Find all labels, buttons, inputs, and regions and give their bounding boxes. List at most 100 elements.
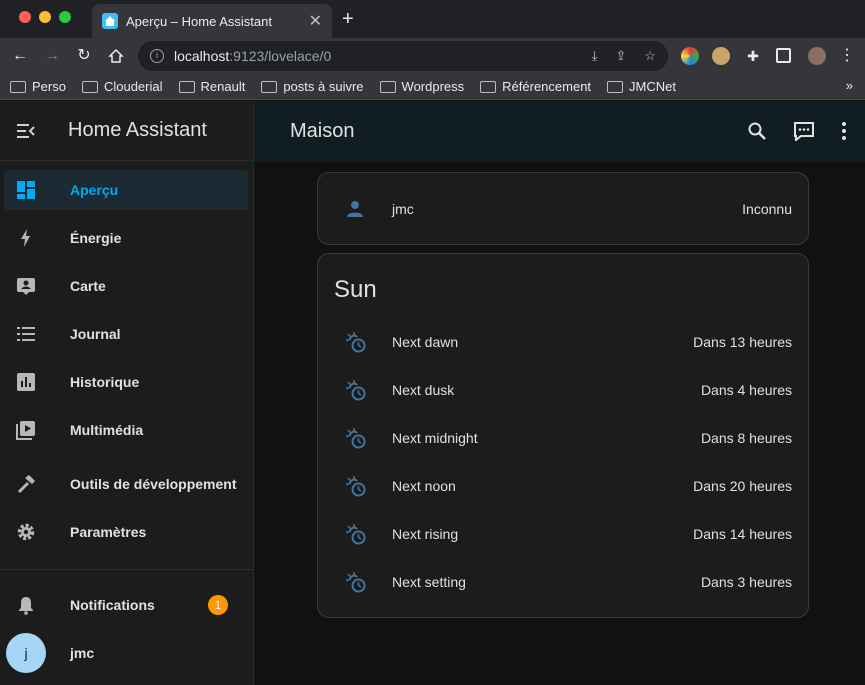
site-info-icon[interactable]: i bbox=[150, 49, 164, 63]
bookmark-folder[interactable]: Perso bbox=[10, 79, 66, 94]
share-icon[interactable]: ⇪ bbox=[615, 48, 626, 64]
search-icon[interactable] bbox=[747, 121, 767, 141]
assist-chat-icon[interactable] bbox=[793, 121, 815, 141]
menu-toggle-icon[interactable] bbox=[0, 123, 52, 139]
sidebar-item-label: Journal bbox=[70, 326, 121, 342]
sidebar-item-outils-de-developpement[interactable]: Outils de développement bbox=[4, 464, 248, 504]
chart-box-icon bbox=[4, 372, 48, 392]
close-tab-icon[interactable]: ✕ bbox=[309, 11, 322, 31]
entity-state: Dans 3 heures bbox=[700, 574, 792, 590]
folder-icon bbox=[10, 80, 26, 93]
entity-row[interactable]: Next noon Dans 20 heures bbox=[318, 466, 808, 506]
entity-row[interactable]: Next dawn Dans 13 heures bbox=[318, 322, 808, 362]
entity-name: Next midnight bbox=[392, 430, 478, 446]
bookmark-folder[interactable]: Renault bbox=[178, 79, 245, 94]
dashboard-view: jmc Inconnu Sun Next dawn Dans 13 heures… bbox=[254, 162, 865, 685]
bookmark-star-icon[interactable]: ☆ bbox=[644, 48, 656, 64]
entity-row[interactable]: Next rising Dans 14 heures bbox=[318, 514, 808, 554]
folder-icon bbox=[81, 80, 98, 93]
hammer-icon bbox=[4, 474, 48, 494]
minimize-window-button[interactable] bbox=[39, 11, 51, 23]
sidebar-item-label: jmc bbox=[70, 645, 95, 661]
cog-icon bbox=[4, 522, 48, 542]
sidebar-item-journal[interactable]: Journal bbox=[4, 314, 248, 354]
entity-name: Next rising bbox=[392, 526, 459, 542]
folder-icon bbox=[480, 80, 497, 93]
bookmark-folder[interactable]: posts à suivre bbox=[261, 79, 364, 94]
bookmark-folder[interactable]: Clouderial bbox=[81, 79, 163, 94]
forward-arrow-icon[interactable]: → bbox=[41, 45, 63, 67]
home-assistant-favicon-icon bbox=[102, 13, 118, 29]
sidebar-item-historique[interactable]: Historique bbox=[4, 362, 248, 402]
folder-icon bbox=[178, 80, 195, 93]
entity-row[interactable]: Next midnight Dans 8 heures bbox=[318, 418, 808, 458]
sun-clock-icon bbox=[318, 571, 392, 593]
browser-tab[interactable]: Aperçu – Home Assistant ✕ bbox=[92, 4, 332, 38]
map-account-icon bbox=[4, 276, 48, 296]
install-app-icon[interactable]: ⤓ bbox=[592, 48, 598, 64]
browser-menu-icon[interactable]: ⋮ bbox=[836, 45, 858, 67]
folder-icon bbox=[379, 80, 396, 93]
entity-name: Next setting bbox=[392, 574, 466, 590]
sun-clock-icon bbox=[318, 475, 392, 497]
top-app-bar: Maison bbox=[254, 101, 865, 162]
notification-count-badge: 1 bbox=[208, 595, 228, 615]
lightning-icon bbox=[4, 228, 48, 248]
address-bar[interactable]: i localhost :9123/lovelace/0 ⤓ ⇪ ☆ bbox=[138, 41, 668, 71]
sidebar-item-multimedia[interactable]: Multimédia bbox=[4, 410, 248, 450]
bookmark-folder[interactable]: Wordpress bbox=[379, 79, 464, 94]
back-arrow-icon[interactable]: ← bbox=[9, 45, 31, 67]
sidebar-item-label: Énergie bbox=[70, 230, 122, 246]
play-box-icon bbox=[4, 420, 48, 440]
sidebar-item-energie[interactable]: Énergie bbox=[4, 218, 248, 258]
entity-state: Dans 14 heures bbox=[693, 526, 792, 542]
reload-icon[interactable]: ↻ bbox=[73, 45, 95, 67]
entity-state: Dans 4 heures bbox=[700, 382, 792, 398]
sidebar-item-notifications[interactable]: Notifications 1 bbox=[4, 585, 248, 625]
sun-entities-card: Sun Next dawn Dans 13 heures Next dusk D… bbox=[317, 253, 809, 618]
sun-clock-icon bbox=[318, 523, 392, 545]
bookmarks-bar: Perso Clouderial Renault posts à suivre … bbox=[0, 74, 865, 100]
sidebar-item-parametres[interactable]: Paramètres bbox=[4, 512, 248, 552]
bell-icon bbox=[4, 595, 48, 615]
sidebar-item-carte[interactable]: Carte bbox=[4, 266, 248, 306]
extension-color-icon[interactable] bbox=[681, 47, 699, 65]
avatar-wrapper: j bbox=[4, 633, 48, 673]
sidebar-item-label: Historique bbox=[70, 374, 140, 390]
page-title: Maison bbox=[290, 120, 355, 142]
entity-state: Dans 20 heures bbox=[693, 478, 792, 494]
extension-avatar-icon[interactable] bbox=[712, 47, 730, 65]
sidebar-item-label: Carte bbox=[70, 278, 106, 294]
bookmarks-overflow-icon[interactable]: » bbox=[846, 78, 853, 93]
entity-name: Next noon bbox=[392, 478, 456, 494]
sidebar-item-label: Aperçu bbox=[70, 182, 119, 198]
entity-row[interactable]: Next dusk Dans 4 heures bbox=[318, 370, 808, 410]
card-title: Sun bbox=[334, 276, 377, 303]
bookmark-folder[interactable]: JMCNet bbox=[607, 79, 676, 94]
entity-name: Next dawn bbox=[392, 334, 459, 350]
entity-row[interactable]: Next setting Dans 3 heures bbox=[318, 562, 808, 602]
close-window-button[interactable] bbox=[19, 11, 31, 23]
sidebar-header: Home Assistant bbox=[0, 101, 253, 161]
sidebar-item-label: Paramètres bbox=[70, 524, 147, 540]
side-panel-icon[interactable] bbox=[776, 48, 791, 63]
dashboard-icon bbox=[4, 180, 48, 200]
bookmark-folder[interactable]: Référencement bbox=[480, 79, 591, 94]
extensions-puzzle-icon[interactable]: ✚ bbox=[744, 47, 762, 65]
more-options-icon[interactable] bbox=[841, 121, 847, 141]
url-host: localhost bbox=[174, 48, 230, 64]
sidebar-item-label: Outils de développement bbox=[70, 476, 237, 492]
home-icon[interactable] bbox=[105, 45, 127, 67]
app-title: Home Assistant bbox=[68, 119, 207, 141]
new-tab-button[interactable]: + bbox=[342, 8, 354, 31]
profile-avatar-icon[interactable] bbox=[808, 47, 826, 65]
avatar: j bbox=[6, 633, 46, 673]
home-assistant-app: Home Assistant Aperçu Énergie Carte Jour… bbox=[0, 101, 865, 685]
sidebar-item-user[interactable]: j jmc bbox=[4, 633, 248, 673]
folder-icon bbox=[607, 80, 624, 93]
browser-titlebar: Aperçu – Home Assistant ✕ + bbox=[0, 0, 865, 38]
sidebar-item-apercu[interactable]: Aperçu bbox=[4, 170, 248, 210]
entity-row-person[interactable]: jmc Inconnu bbox=[318, 189, 808, 229]
sidebar: Home Assistant Aperçu Énergie Carte Jour… bbox=[0, 101, 254, 685]
maximize-window-button[interactable] bbox=[59, 11, 71, 23]
